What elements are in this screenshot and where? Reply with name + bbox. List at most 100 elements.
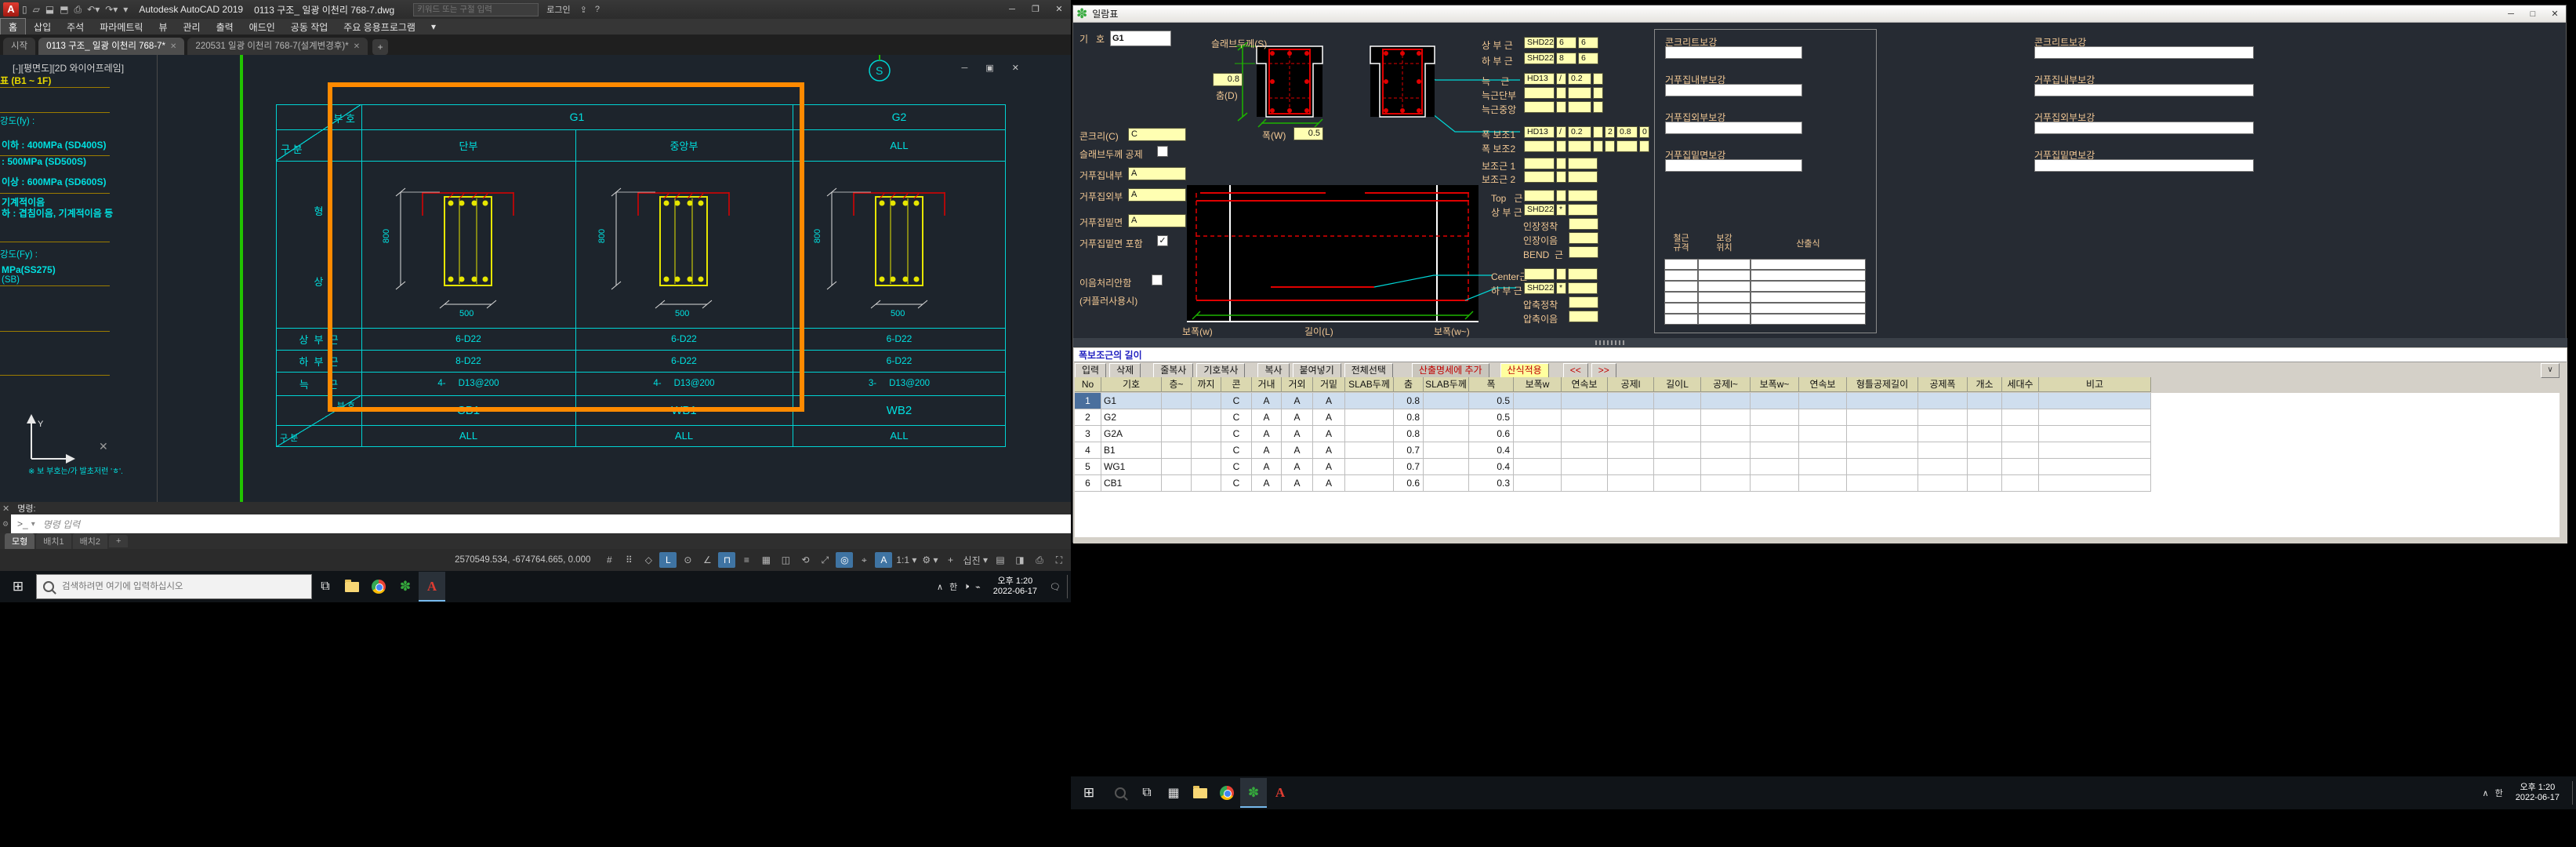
table-cell[interactable] <box>1751 459 1799 475</box>
table-cell[interactable]: A <box>1252 409 1282 426</box>
table-cell[interactable]: CB1 <box>1101 475 1162 492</box>
ribbon-collapse-icon[interactable]: ▾ <box>423 20 444 34</box>
table-cell[interactable]: A <box>1313 459 1345 475</box>
table-cell[interactable] <box>1847 409 1918 426</box>
grid-column-header[interactable]: 형틀공제길이 <box>1847 377 1918 392</box>
table-cell[interactable]: 3 <box>1075 426 1101 442</box>
table-cell[interactable] <box>1162 426 1192 442</box>
table-cell[interactable] <box>1514 442 1562 459</box>
table-cell[interactable] <box>1751 393 1799 409</box>
grid-column-header[interactable]: 폭 <box>1469 377 1514 392</box>
table-row[interactable]: 5WG1CAAA0.70.4 <box>1075 459 2151 475</box>
table-cell[interactable] <box>1608 475 1654 492</box>
start-button[interactable]: ⊞ <box>1071 785 1107 801</box>
taskbar-clock[interactable]: 오후 1:20 2022-06-17 <box>2509 783 2566 803</box>
ribbon-tab-apps[interactable]: 주요 응용프로그램 <box>336 19 423 35</box>
table-cell[interactable]: A <box>1252 459 1282 475</box>
table-cell[interactable]: 0.6 <box>1394 475 1424 492</box>
table-cell[interactable] <box>1424 393 1469 409</box>
rebar-field[interactable] <box>1593 140 1603 152</box>
table-cell[interactable] <box>1562 475 1608 492</box>
ribbon-tab-addins[interactable]: 애드인 <box>241 19 283 35</box>
rebar-field[interactable] <box>1593 73 1603 85</box>
table-cell[interactable] <box>1345 442 1394 459</box>
calc-cell[interactable] <box>1664 281 1698 292</box>
depth-value-field[interactable]: 0.8 <box>1213 73 1243 86</box>
start-button[interactable]: ⊞ <box>0 579 36 594</box>
quickview-icon[interactable]: ▤ <box>992 552 1009 568</box>
form-in-reinf-input-2[interactable] <box>2034 84 2254 96</box>
rebar-field[interactable]: 6 <box>1578 37 1598 49</box>
ribbon-tab-home[interactable]: 홈 <box>0 18 26 36</box>
rebar-field[interactable]: 6 <box>1556 37 1576 49</box>
close-tab-icon[interactable]: ✕ <box>170 42 176 51</box>
calc-cell[interactable] <box>1664 303 1698 314</box>
table-cell[interactable] <box>1918 475 1968 492</box>
chrome-icon[interactable] <box>365 572 392 602</box>
table-row[interactable]: 6CB1CAAA0.60.3 <box>1075 475 2151 492</box>
grid-column-header[interactable]: 연속보 <box>1799 377 1847 392</box>
table-cell[interactable] <box>1514 475 1562 492</box>
concrete-reinf-input-2[interactable] <box>2034 46 2254 59</box>
table-cell[interactable] <box>1608 442 1654 459</box>
qat-dropdown-icon[interactable]: ▾ <box>123 4 128 16</box>
table-cell[interactable]: C <box>1221 475 1252 492</box>
rebar-field[interactable] <box>1569 246 1598 258</box>
grid-column-header[interactable]: 비고 <box>2039 377 2151 392</box>
new-tab-button[interactable]: + <box>372 39 388 55</box>
ribbon-tab-annotate[interactable]: 주석 <box>59 19 92 35</box>
mark-input[interactable] <box>1110 31 1171 46</box>
taskbar-search-input[interactable] <box>60 581 299 592</box>
table-cell[interactable] <box>1968 426 2002 442</box>
table-cell[interactable]: A <box>1282 409 1313 426</box>
form-grid-splitter[interactable] <box>1073 338 2567 347</box>
autocad-taskbar-icon[interactable]: A <box>1267 778 1293 808</box>
calc-cell[interactable] <box>1698 281 1751 292</box>
table-cell[interactable]: A <box>1252 426 1282 442</box>
table-cell[interactable] <box>1799 442 1847 459</box>
grid-column-header[interactable]: 공제l <box>1608 377 1654 392</box>
form-bottom-field[interactable]: A <box>1128 214 1186 227</box>
rebar-field[interactable] <box>1639 140 1649 152</box>
table-cell[interactable]: G1 <box>1101 393 1162 409</box>
plot-status-icon[interactable]: ⎙ <box>1031 552 1048 568</box>
table-cell[interactable] <box>1918 442 1968 459</box>
rebar-field[interactable] <box>1524 101 1555 113</box>
rebar-field[interactable]: 0 <box>1639 126 1649 138</box>
table-cell[interactable] <box>1192 393 1221 409</box>
table-cell[interactable] <box>1562 442 1608 459</box>
selection-highlight-rectangle[interactable] <box>328 82 804 412</box>
annotation-watch-icon[interactable]: ⌖ <box>855 552 873 568</box>
table-cell[interactable] <box>2039 393 2151 409</box>
table-cell[interactable] <box>1847 459 1918 475</box>
dynamic-ucs-icon[interactable]: ⤢ <box>816 552 833 568</box>
calc-cell[interactable] <box>1664 259 1698 270</box>
table-cell[interactable] <box>1608 393 1654 409</box>
grid-column-header[interactable]: 보폭w~ <box>1751 377 1799 392</box>
store-icon[interactable]: ▦ <box>1160 778 1187 808</box>
rebar-field[interactable]: 8 <box>1556 53 1576 64</box>
form-out-reinf-input-2[interactable] <box>2034 122 2254 134</box>
rebar-field[interactable] <box>1593 87 1603 99</box>
undo-icon[interactable]: ↶▾ <box>87 4 100 16</box>
table-cell[interactable] <box>2002 426 2039 442</box>
layout-tab-model[interactable]: 모형 <box>5 533 34 549</box>
rebar-field[interactable] <box>1524 87 1555 99</box>
rebar-field[interactable] <box>1569 311 1598 322</box>
3dosnap-toggle-icon[interactable]: ◎ <box>836 552 853 568</box>
calc-cell[interactable] <box>1751 314 1866 325</box>
table-cell[interactable] <box>1968 442 2002 459</box>
table-cell[interactable]: 0.5 <box>1469 393 1514 409</box>
table-cell[interactable]: A <box>1313 409 1345 426</box>
table-cell[interactable] <box>1654 409 1701 426</box>
width-value-field[interactable]: 0.5 <box>1293 127 1323 140</box>
grid-column-header[interactable]: 연속보 <box>1562 377 1608 392</box>
table-cell[interactable]: A <box>1282 459 1313 475</box>
table-cell[interactable] <box>1654 393 1701 409</box>
table-cell[interactable]: A <box>1282 426 1313 442</box>
rebar-field[interactable] <box>1616 140 1638 152</box>
form-bottom-include-checkbox[interactable]: ✓ <box>1157 235 1168 246</box>
table-row[interactable]: 1G1CAAA0.80.5 <box>1075 393 2151 409</box>
rebar-field[interactable] <box>1568 101 1591 113</box>
rebar-field[interactable] <box>1524 190 1555 202</box>
